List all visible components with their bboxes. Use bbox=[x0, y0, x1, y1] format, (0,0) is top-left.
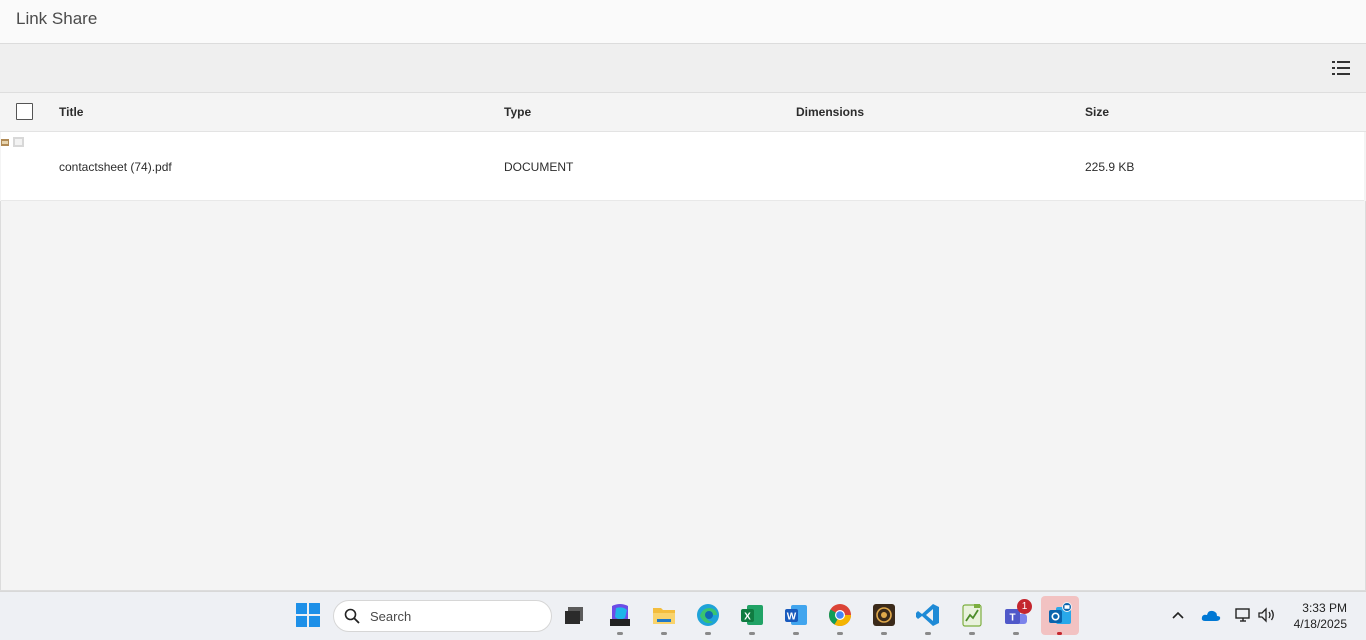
list-view-icon[interactable] bbox=[1332, 60, 1350, 76]
chevron-up-icon[interactable] bbox=[1172, 610, 1184, 620]
running-indicator bbox=[969, 632, 975, 635]
word-icon[interactable]: W bbox=[783, 602, 809, 628]
vscode-icon[interactable] bbox=[915, 602, 941, 628]
search-placeholder: Search bbox=[370, 609, 412, 624]
running-indicator bbox=[661, 632, 667, 635]
search-icon bbox=[344, 608, 360, 624]
empty-list-area bbox=[0, 201, 1366, 591]
file-size: 225.9 KB bbox=[1085, 160, 1135, 174]
taskbar: Search X W T 1 3:33 PM 4/18/2025 bbox=[0, 591, 1366, 640]
outlook-icon[interactable] bbox=[1047, 602, 1073, 628]
page-title: Link Share bbox=[16, 9, 98, 28]
running-indicator bbox=[925, 632, 931, 635]
taskbar-search-box[interactable]: Search bbox=[333, 600, 552, 632]
file-thumbnail-icon bbox=[1, 137, 24, 147]
title-bar: Link Share bbox=[0, 0, 1366, 44]
svg-text:W: W bbox=[787, 612, 797, 623]
active-indicator bbox=[1057, 632, 1062, 635]
table-row[interactable]: contactsheet (74).pdf DOCUMENT 225.9 KB bbox=[1, 132, 1364, 201]
toolbar bbox=[0, 44, 1366, 93]
table-header: Title Type Dimensions Size bbox=[0, 93, 1366, 132]
column-header-type[interactable]: Type bbox=[504, 105, 531, 119]
file-title[interactable]: contactsheet (74).pdf bbox=[59, 160, 172, 174]
running-indicator bbox=[749, 632, 755, 635]
svg-text:X: X bbox=[744, 612, 751, 623]
chrome-icon[interactable] bbox=[827, 602, 853, 628]
app-icon[interactable] bbox=[871, 602, 897, 628]
column-header-size[interactable]: Size bbox=[1085, 105, 1109, 119]
running-indicator bbox=[837, 632, 843, 635]
excel-icon[interactable]: X bbox=[739, 602, 765, 628]
teams-notification-badge: 1 bbox=[1017, 599, 1032, 614]
running-indicator bbox=[617, 632, 623, 635]
column-header-title[interactable]: Title bbox=[59, 105, 83, 119]
svg-text:T: T bbox=[1009, 613, 1015, 624]
volume-icon[interactable] bbox=[1257, 607, 1277, 623]
edge-icon[interactable] bbox=[695, 602, 721, 628]
start-icon[interactable] bbox=[295, 602, 321, 628]
select-all-checkbox[interactable] bbox=[16, 103, 33, 120]
running-indicator bbox=[793, 632, 799, 635]
task-view-icon[interactable] bbox=[561, 602, 587, 628]
running-indicator bbox=[1013, 632, 1019, 635]
onedrive-icon[interactable] bbox=[1201, 608, 1221, 622]
clock-time[interactable]: 3:33 PM bbox=[1288, 601, 1347, 615]
clock-date[interactable]: 4/18/2025 bbox=[1288, 617, 1347, 631]
file-type: DOCUMENT bbox=[504, 160, 574, 174]
network-icon[interactable] bbox=[1234, 607, 1252, 623]
m365-copilot-icon[interactable] bbox=[607, 602, 633, 628]
running-indicator bbox=[705, 632, 711, 635]
running-indicator bbox=[881, 632, 887, 635]
file-explorer-icon[interactable] bbox=[651, 602, 677, 628]
column-header-dimensions[interactable]: Dimensions bbox=[796, 105, 864, 119]
notepad-icon[interactable] bbox=[959, 602, 985, 628]
